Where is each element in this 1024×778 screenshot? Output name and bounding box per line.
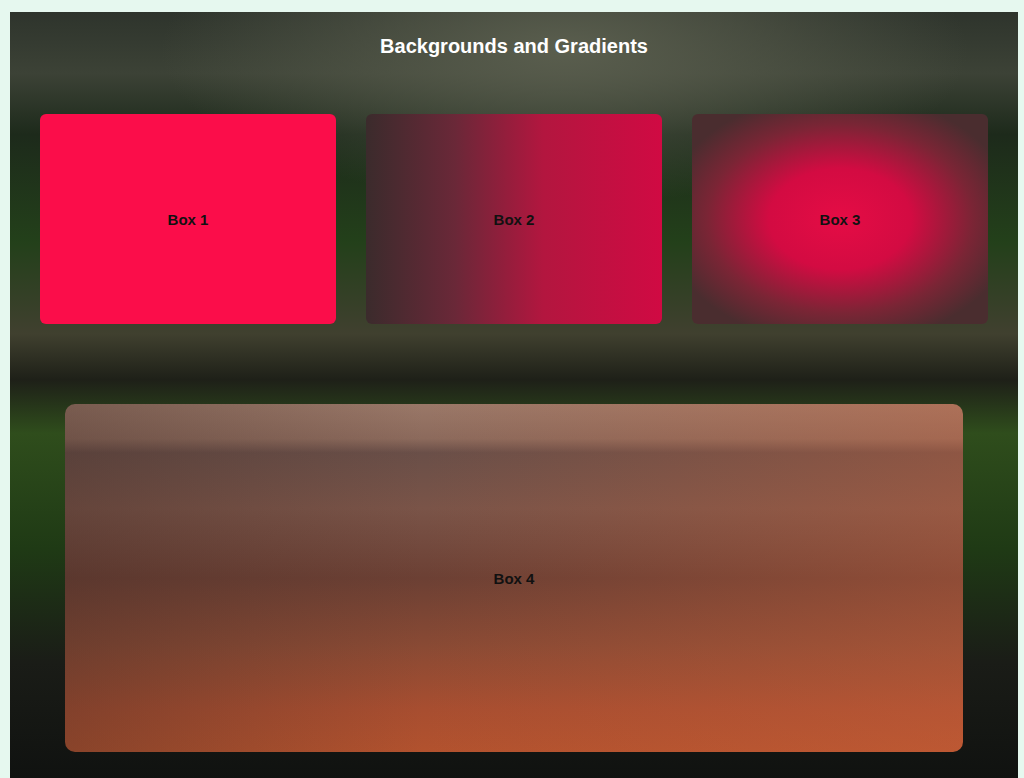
- page-title: Backgrounds and Gradients: [10, 34, 1018, 58]
- box: Box 2: [366, 114, 662, 324]
- box-label: Box 4: [494, 570, 535, 587]
- box: Box 1: [40, 114, 336, 324]
- box-row: Box 1 Box 2 Box 3: [10, 114, 1018, 324]
- box: Box 3: [692, 114, 988, 324]
- box-label: Box 1: [168, 211, 209, 228]
- box-label: Box 2: [494, 211, 535, 228]
- feature-box: Box 4: [65, 404, 963, 752]
- box-label: Box 3: [820, 211, 861, 228]
- page: Backgrounds and Gradients Box 1Box 2Box …: [0, 0, 1024, 778]
- background-image: Backgrounds and Gradients Box 1Box 2Box …: [10, 12, 1018, 778]
